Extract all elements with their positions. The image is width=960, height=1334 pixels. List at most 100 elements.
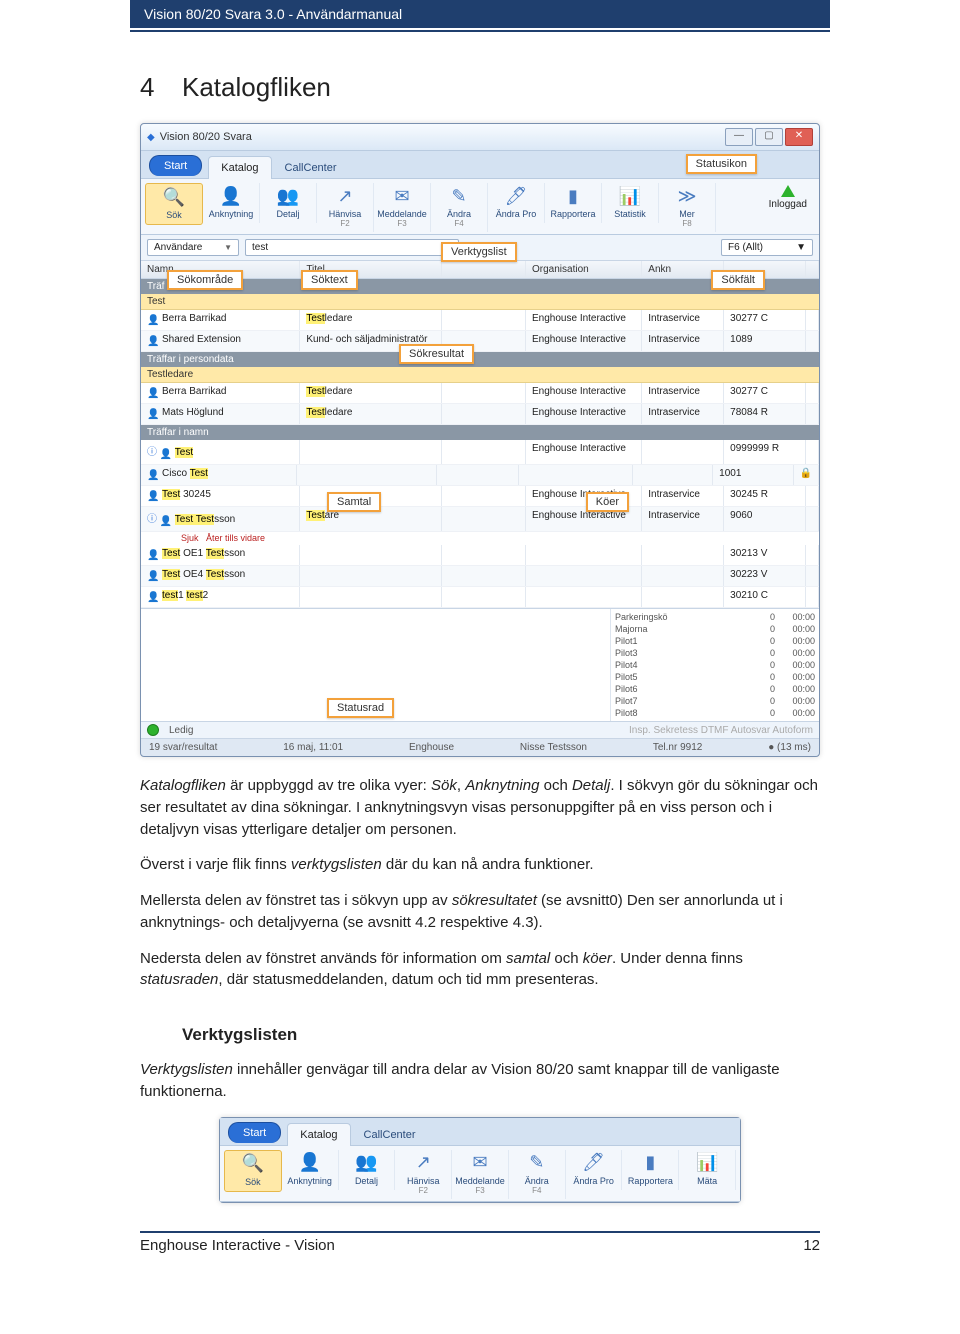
tab-katalog[interactable]: Katalog <box>287 1123 350 1146</box>
info-icon: ⓘ <box>147 514 157 525</box>
chevron-down-icon: ▼ <box>224 243 232 252</box>
queue-row: Pilot6000:00 <box>615 683 815 695</box>
footer-left: Enghouse Interactive - Vision <box>140 1237 335 1254</box>
callout-samtal: Samtal <box>327 492 381 512</box>
status-tel: Tel.nr 9912 <box>653 742 702 753</box>
tool-anknytning[interactable]: 👤 Anknytning <box>203 183 260 223</box>
table-row[interactable]: ⓘ 👤Test Testsson Testare Enghouse Intera… <box>141 507 819 532</box>
person-icon: 👤 <box>299 1152 321 1174</box>
tool-detalj[interactable]: 👥 Detalj <box>339 1150 396 1190</box>
tool-detalj[interactable]: 👥 Detalj <box>260 183 317 223</box>
doc-header: Vision 80/20 Svara 3.0 - Användarmanual <box>130 0 830 28</box>
table-row[interactable]: 👤Mats Höglund Testledare Enghouse Intera… <box>141 404 819 425</box>
envelope-icon: ✉ <box>469 1152 491 1174</box>
tool-anknytning[interactable]: 👤 Anknytning <box>282 1150 339 1190</box>
info-icon: ⓘ <box>147 447 157 458</box>
arrow-icon: ↗ <box>334 185 356 207</box>
status-bar: 19 svar/resultat 16 maj, 11:01 Enghouse … <box>141 738 819 756</box>
tool-rapportera[interactable]: ▮ Rapportera <box>545 183 602 223</box>
col-organisation[interactable]: Organisation <box>526 261 642 278</box>
callout-sokfalt: Sökfält <box>711 270 765 290</box>
status-ledig: Ledig <box>169 725 193 736</box>
tool-hanvisa[interactable]: ↗ Hänvisa F2 <box>317 183 374 232</box>
tab-katalog[interactable]: Katalog <box>208 156 271 179</box>
tool-mata[interactable]: 📊 Mäta <box>679 1150 736 1190</box>
f6-dropdown[interactable]: F6 (Allt)▼ <box>721 239 813 256</box>
status-insp: Insp. Sekretess DTMF Autosvar Autoform <box>629 725 813 736</box>
tool-sok[interactable]: 🔍 Sök <box>224 1150 282 1192</box>
queue-pane: Parkeringskö000:00Majorna000:00Pilot1000… <box>611 609 819 721</box>
status-dot-icon <box>147 724 159 736</box>
report-icon: ▮ <box>562 185 584 207</box>
status-user: Nisse Testsson <box>520 742 587 753</box>
match-test: Test <box>141 294 819 310</box>
arrow-icon: ↗ <box>412 1152 434 1174</box>
table-row[interactable]: 👤Test OE1 Testsson 30213 V <box>141 545 819 566</box>
pencil-pro-icon: 🖊 <box>583 1152 605 1174</box>
table-row[interactable]: 👤Berra Barrikad Testledare Enghouse Inte… <box>141 383 819 404</box>
tool-andra[interactable]: ✎ Ändra F4 <box>509 1150 566 1199</box>
tool-mer[interactable]: ≫ Mer F8 <box>659 183 716 232</box>
toolbar-screenshot: Start Katalog CallCenter 🔍 Sök 👤 Anknytn… <box>219 1117 741 1203</box>
status-ping: ● (13 ms) <box>768 742 811 753</box>
pencil-icon: ✎ <box>448 185 470 207</box>
queue-row: Pilot4000:00 <box>615 659 815 671</box>
callout-soktext: Söktext <box>301 270 358 290</box>
table-row[interactable]: 👤Test 30245 Enghouse Interactive Intrase… <box>141 486 819 507</box>
person-icon: 👤 <box>220 185 242 207</box>
table-row[interactable]: 👤Berra Barrikad Testledare Enghouse Inte… <box>141 310 819 331</box>
queue-row: Pilot1000:00 <box>615 635 815 647</box>
start-button[interactable]: Start <box>149 155 202 176</box>
more-icon: ≫ <box>676 185 698 207</box>
callout-sokomrade: Sökområde <box>167 270 243 290</box>
tool-meddelande[interactable]: ✉ Meddelande F3 <box>452 1150 509 1199</box>
person-icon: 👤 <box>160 516 172 528</box>
person-icon: 👤 <box>147 571 159 583</box>
window-title: Vision 80/20 Svara <box>160 131 252 143</box>
table-row[interactable]: 👤Test OE4 Testsson 30223 V <box>141 566 819 587</box>
paragraph: Överst i varje flik finns verktygslisten… <box>140 854 820 876</box>
search-scope-dropdown[interactable]: Användare▼ <box>147 239 239 256</box>
sick-row: Sjuk Åter tills vidare <box>141 532 819 545</box>
footer-page-number: 12 <box>803 1237 820 1254</box>
pencil-pro-icon: 🖊 <box>505 185 527 207</box>
status-result-count: 19 svar/resultat <box>149 742 217 753</box>
search-input[interactable]: test <box>245 239 459 256</box>
minimize-button[interactable]: — <box>725 128 753 146</box>
queue-row: Majorna000:00 <box>615 623 815 635</box>
status-inloggad[interactable]: Inloggad <box>761 183 815 214</box>
paragraph: Verktygslisten innehåller genvägar till … <box>140 1059 820 1103</box>
tool-rapportera[interactable]: ▮ Rapportera <box>622 1150 679 1190</box>
tool-sok[interactable]: 🔍 Sök <box>145 183 203 225</box>
table-row[interactable]: 👤test1 test2 30210 C <box>141 587 819 608</box>
chevron-down-icon: ▼ <box>796 242 806 253</box>
start-button[interactable]: Start <box>228 1122 281 1143</box>
toolbar: 🔍 Sök 👤 Anknytning 👥 Detalj ↗ Hänvisa F2 <box>141 179 819 235</box>
person-icon: 👤 <box>147 315 159 327</box>
person-icon: 👤 <box>147 388 159 400</box>
tool-statistik[interactable]: 📊 Statistik <box>602 183 659 223</box>
table-row[interactable]: 👤Shared Extension Kund- och säljadminist… <box>141 331 819 352</box>
search-icon: 🔍 <box>242 1153 264 1175</box>
maximize-button[interactable]: ▢ <box>755 128 783 146</box>
person-icon: 👤 <box>147 550 159 562</box>
tool-meddelande[interactable]: ✉ Meddelande F3 <box>374 183 431 232</box>
person-icon: 👤 <box>147 336 159 348</box>
tool-andrapro[interactable]: 🖊 Ändra Pro <box>488 183 545 223</box>
tab-callcenter[interactable]: CallCenter <box>272 156 350 179</box>
queue-row: Pilot5000:00 <box>615 671 815 683</box>
tool-hanvisa[interactable]: ↗ Hänvisa F2 <box>395 1150 452 1199</box>
table-row[interactable]: ⓘ 👤Test Enghouse Interactive 0999999 R <box>141 440 819 465</box>
detail-icon: 👥 <box>355 1152 377 1174</box>
tool-andrapro[interactable]: 🖊 Ändra Pro <box>566 1150 623 1190</box>
callout-statusikon: Statusikon <box>686 154 757 174</box>
tab-callcenter[interactable]: CallCenter <box>351 1123 429 1146</box>
title-bar: ◆ Vision 80/20 Svara — ▢ ✕ <box>141 124 819 151</box>
queue-row: Pilot3000:00 <box>615 647 815 659</box>
close-button[interactable]: ✕ <box>785 128 813 146</box>
queue-row: Parkeringskö000:00 <box>615 611 815 623</box>
table-row[interactable]: 👤Cisco Test 1001🔒 <box>141 465 819 486</box>
report-icon: ▮ <box>639 1152 661 1174</box>
tool-andra[interactable]: ✎ Ändra F4 <box>431 183 488 232</box>
person-icon: 👤 <box>147 470 159 482</box>
